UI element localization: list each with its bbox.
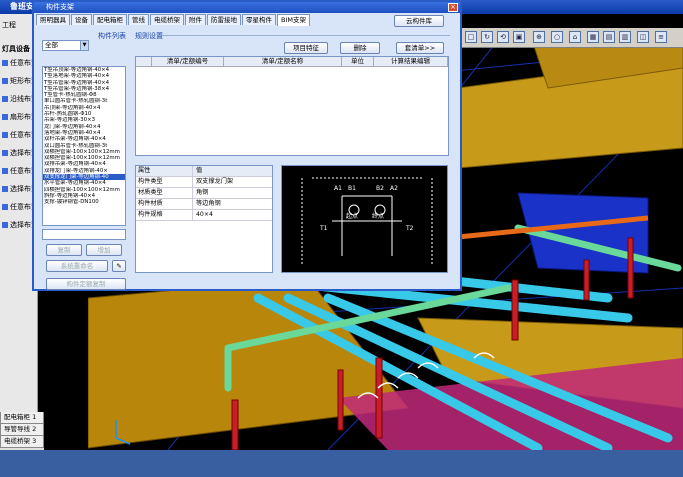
property-table: 属性 值 构件类型 双支撑龙门架 材质类型 角钢 构件材质 等边角钢 构件规格 … xyxy=(135,165,273,273)
menu-icon[interactable]: ≡ xyxy=(655,31,667,43)
label-b2: B2 xyxy=(376,185,384,192)
component-list[interactable]: T型吊顶架-等边角钢-40×4 T型落地架-等边角钢-40×4 T型吊管架-等边… xyxy=(42,66,126,226)
property-key: 构件材质 xyxy=(138,200,163,207)
tab-pipeline[interactable]: 管线 xyxy=(128,14,149,25)
property-row[interactable]: 构件材质 等边角钢 xyxy=(136,199,272,210)
property-header-key: 属性 xyxy=(138,167,151,174)
column-header[interactable]: 清单/定额编号 xyxy=(152,57,224,67)
cloud-library-button[interactable]: 云构件库 xyxy=(394,15,444,27)
property-value[interactable]: 等边角钢 xyxy=(196,199,221,209)
property-value[interactable]: 双支撑龙门架 xyxy=(196,177,233,187)
dialog-title: 构件支架 xyxy=(46,3,74,11)
property-header-value: 值 xyxy=(196,167,203,174)
component-list-label: 构件列表 xyxy=(98,32,126,40)
property-key: 材质类型 xyxy=(138,189,163,196)
tool-icon xyxy=(2,204,8,210)
close-icon[interactable]: × xyxy=(448,3,458,12)
main-toolbar: □ ↻ ⟲ ▣ ⊕ ○ ⌂ ▦ ▤ ▥ ◫ ≡ xyxy=(461,28,683,48)
tab-distribution-box[interactable]: 配电箱柜 xyxy=(93,14,127,25)
table-icon[interactable]: ▤ xyxy=(603,31,615,43)
tool-icon xyxy=(2,60,8,66)
group-divider xyxy=(162,35,450,36)
tool-icon xyxy=(2,168,8,174)
tool-icon xyxy=(2,96,8,102)
custom-copy-button[interactable]: 构件定额复制 xyxy=(46,278,126,290)
tool-icon xyxy=(2,114,8,120)
tab-cable-tray[interactable]: 电缆桥架 xyxy=(150,14,184,25)
undo-icon[interactable]: ⟲ xyxy=(497,31,509,43)
grid-icon[interactable]: ▦ xyxy=(587,31,599,43)
property-row[interactable]: 构件类型 双支撑龙门架 xyxy=(136,177,272,188)
edit-icon[interactable]: □ xyxy=(465,31,477,43)
property-value[interactable]: 角钢 xyxy=(196,188,208,198)
delete-button[interactable]: 删除 xyxy=(340,42,380,54)
tab-bim-support[interactable]: BIM支架 xyxy=(277,14,310,26)
tool-icon xyxy=(2,78,8,84)
column-header xyxy=(136,57,152,67)
list-item[interactable]: 支撑-镀锌钢管-DN100 xyxy=(43,199,125,205)
dialog-titlebar[interactable]: 构件支架 × xyxy=(34,2,460,13)
column-header[interactable]: 清单/定额名称 xyxy=(224,57,342,67)
label-a2: A2 xyxy=(390,185,398,192)
rename-button[interactable]: 系统重命名 xyxy=(46,260,108,272)
panel-icon[interactable]: ▥ xyxy=(619,31,631,43)
tab-distribution-box[interactable]: 配电箱柜 1 xyxy=(0,412,44,424)
circle-icon[interactable]: ○ xyxy=(551,31,563,43)
refresh-icon[interactable]: ↻ xyxy=(481,31,493,43)
project-features-button[interactable]: 项目特征 xyxy=(284,42,328,54)
zoom-icon[interactable]: ⊕ xyxy=(533,31,545,43)
tab-cable-tray[interactable]: 电缆桥架 3 xyxy=(0,436,44,448)
component-dialog: 构件支架 × 照明器具 设备 配电箱柜 管线 电缆桥架 附件 防雷接地 零星构件 BIM支架 云… xyxy=(32,0,462,291)
label-a1: A1 xyxy=(334,185,342,192)
tab-misc[interactable]: 零星构件 xyxy=(242,14,276,25)
column-header[interactable]: 单位 xyxy=(342,57,374,67)
dialog-tabs: 照明器具 设备 配电箱柜 管线 电缆桥架 附件 防雷接地 零星构件 BIM支架 xyxy=(36,14,311,26)
chevron-down-icon[interactable]: ▼ xyxy=(80,40,89,51)
label-b1: B1 xyxy=(348,185,356,192)
property-key: 构件规格 xyxy=(138,211,163,218)
left-tabs: 配电箱柜 1 导管导线 2 电缆桥架 3 xyxy=(0,412,44,450)
property-header-row: 属性 值 xyxy=(136,166,272,177)
tool-icon xyxy=(2,150,8,156)
support-preview: A1 B1 B2 A2 起点 终点 T1 T2 xyxy=(281,165,448,273)
property-row[interactable]: 材质类型 角钢 xyxy=(136,188,272,199)
set-quota-button[interactable]: 套清单>> xyxy=(396,42,444,54)
label-start: 起点 xyxy=(346,212,358,220)
tool-icon xyxy=(2,132,8,138)
tab-conduit[interactable]: 导管导线 2 xyxy=(0,424,44,436)
support-drawing: A1 B1 B2 A2 起点 终点 T1 T2 xyxy=(301,177,433,266)
property-value[interactable]: 40×4 xyxy=(196,210,213,220)
rule-table[interactable]: 清单/定额编号 清单/定额名称 单位 计算结果编辑 xyxy=(135,56,449,156)
copy-button[interactable]: 复制 xyxy=(46,244,82,256)
status-bar xyxy=(0,450,683,477)
list-item[interactable]: 四横担管架-100×100×12mm xyxy=(43,187,125,193)
property-row[interactable]: 构件规格 40×4 xyxy=(136,210,272,221)
tool-icon xyxy=(2,186,8,192)
rename-edit-icon[interactable]: ✎ xyxy=(112,260,126,272)
rule-settings-label: 规则设置 xyxy=(135,32,163,40)
home-icon[interactable]: ⌂ xyxy=(569,31,581,43)
label-end: 终点 xyxy=(372,212,384,220)
tool-icon xyxy=(2,222,8,228)
component-name-input[interactable] xyxy=(42,229,126,240)
label-t1: T1 xyxy=(319,225,328,232)
tab-equipment[interactable]: 设备 xyxy=(71,14,92,25)
tab-lightning[interactable]: 防雷接地 xyxy=(207,14,241,25)
layout-icon[interactable]: ▣ xyxy=(513,31,525,43)
add-button[interactable]: 增加 xyxy=(86,244,122,256)
property-key: 构件类型 xyxy=(138,178,163,185)
window-icon[interactable]: ◫ xyxy=(637,31,649,43)
tab-lighting[interactable]: 照明器具 xyxy=(36,14,70,25)
column-header[interactable]: 计算结果编辑 xyxy=(374,57,448,67)
label-t2: T2 xyxy=(405,225,414,232)
tab-accessory[interactable]: 附件 xyxy=(185,14,206,25)
